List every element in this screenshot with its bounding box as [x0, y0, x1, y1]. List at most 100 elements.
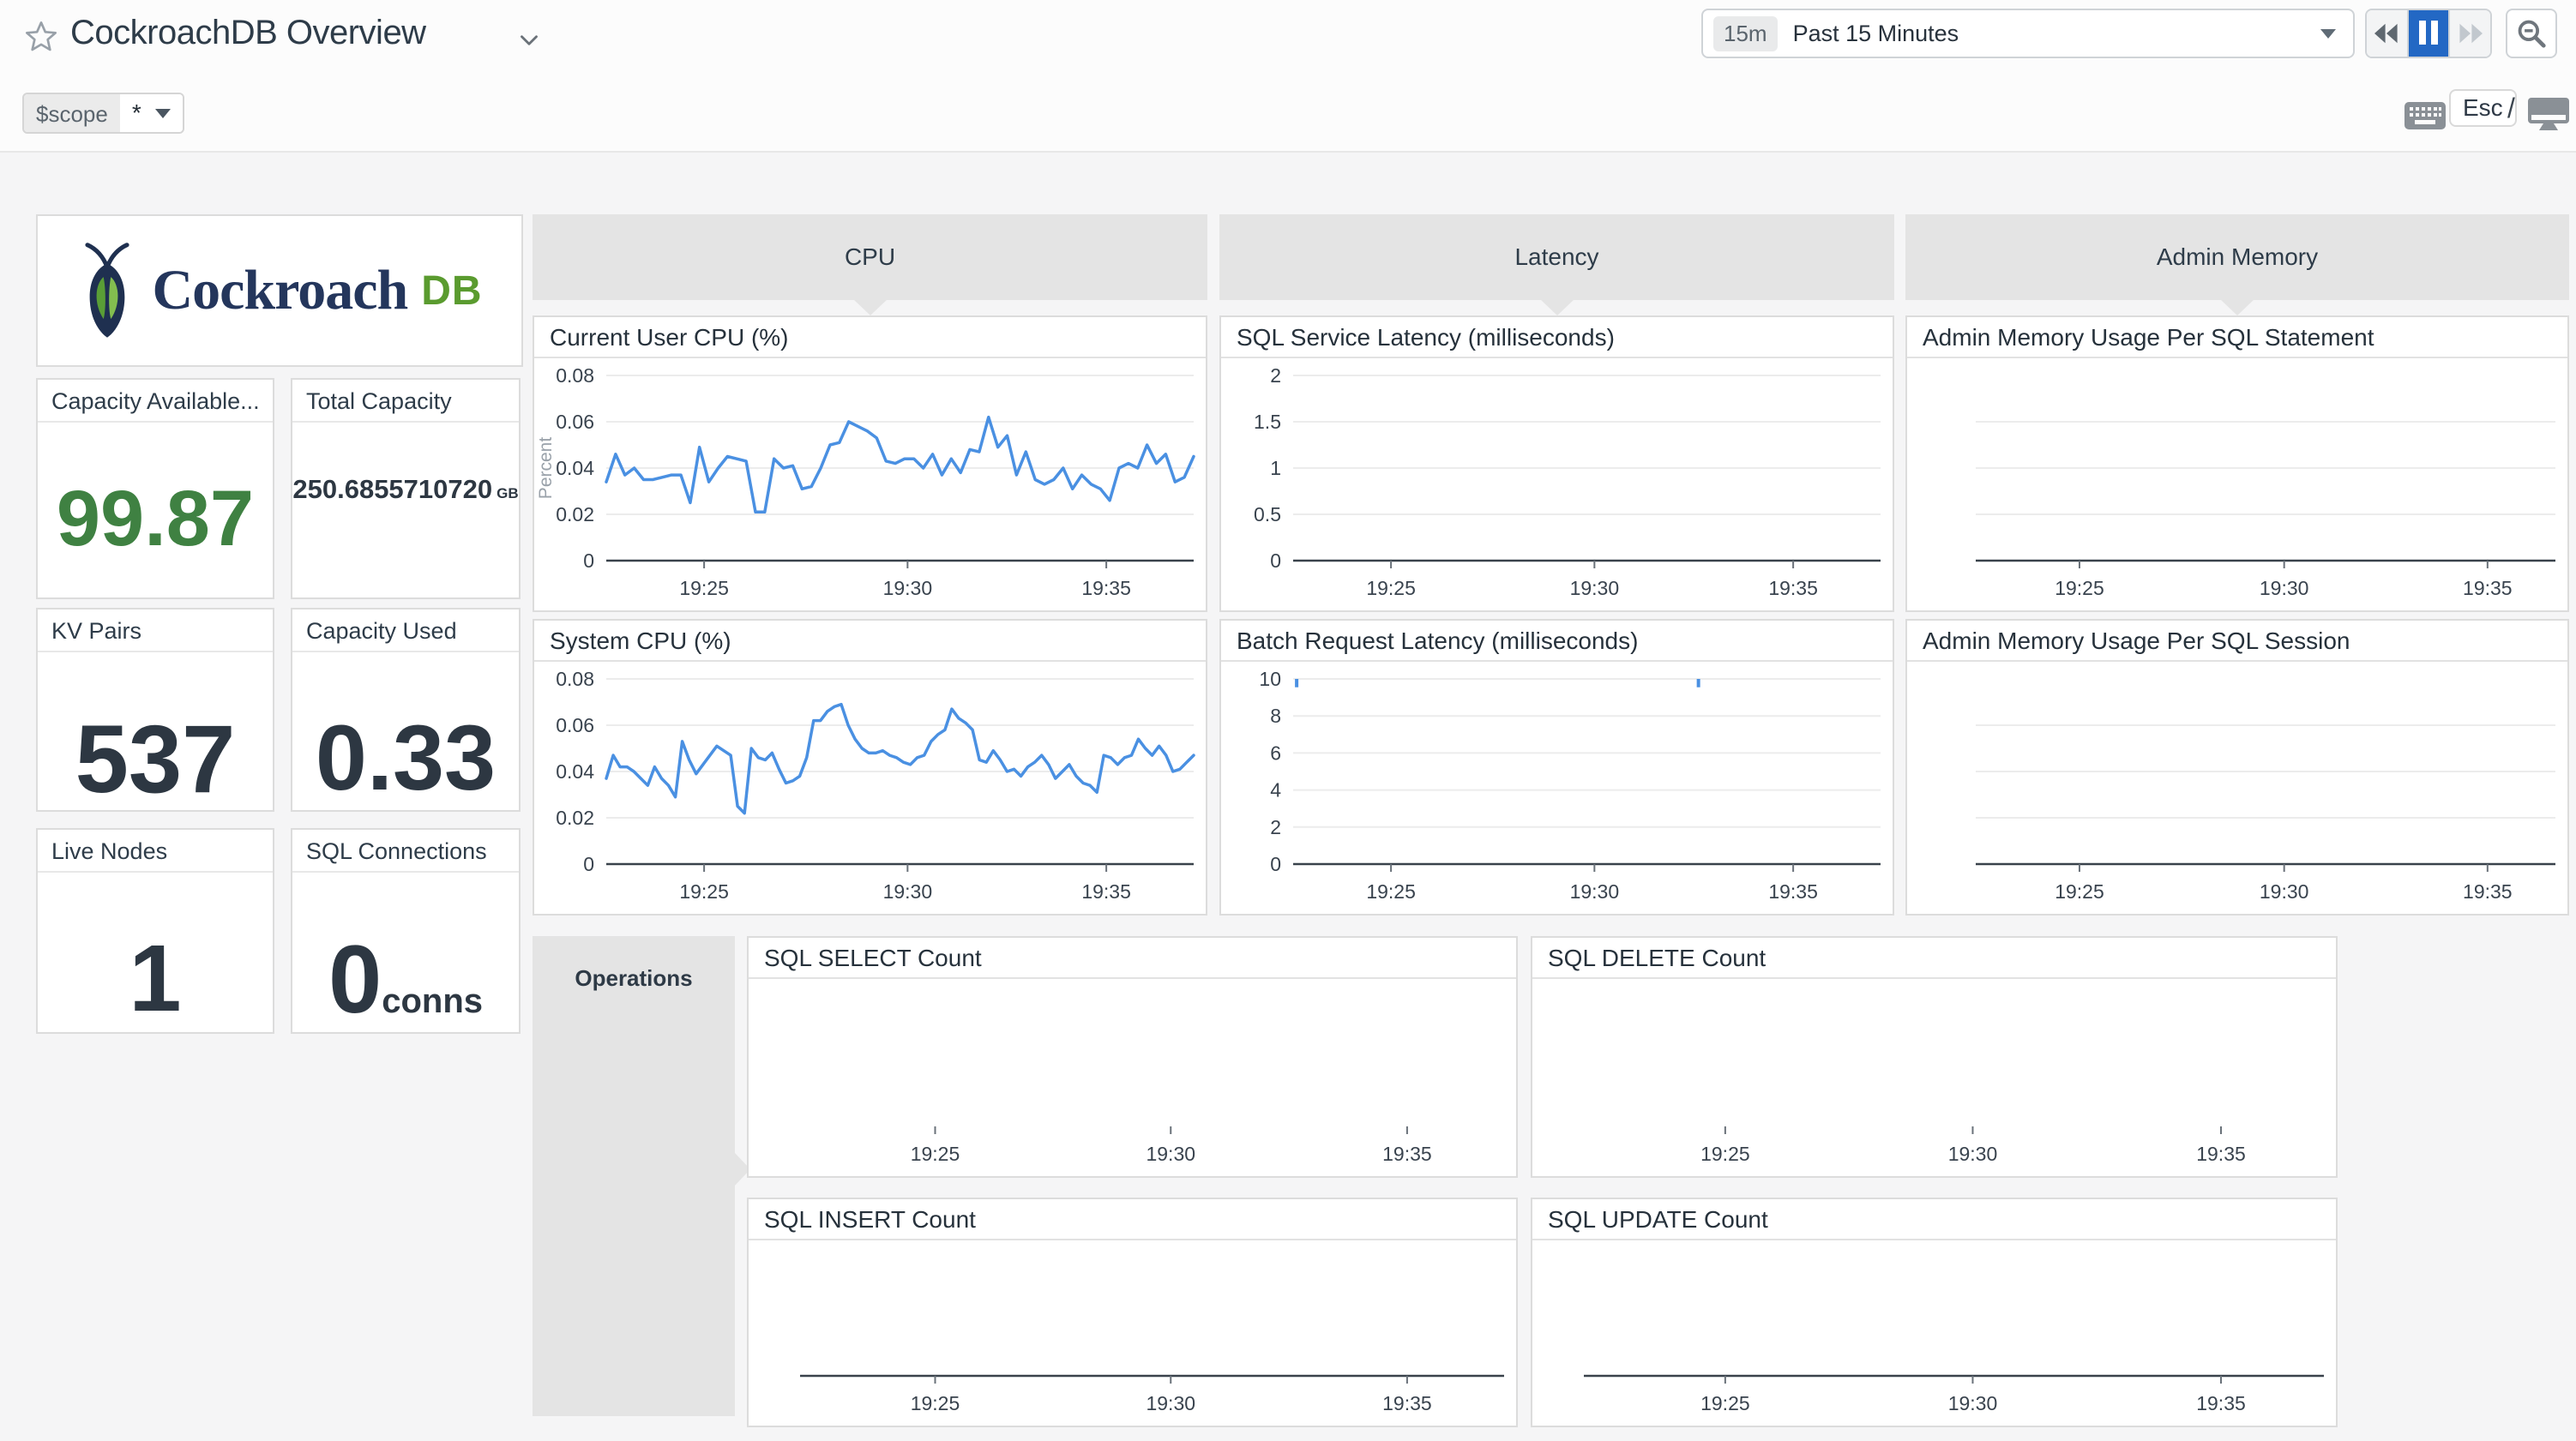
svg-text:10: 10 [1259, 668, 1281, 690]
cockroachdb-logo-card: Cockroach DB [36, 214, 523, 367]
group-notch [853, 299, 888, 315]
chart-admin-memory-session: Admin Memory Usage Per SQL Session 19:25… [1905, 619, 2569, 916]
svg-text:19:25: 19:25 [911, 1143, 960, 1165]
logo-wordmark: Cockroach [152, 258, 407, 323]
chart-plot-area[interactable]: 108642019:2519:3019:35 [1221, 663, 1893, 914]
time-range-badge: 15m [1713, 16, 1778, 51]
svg-text:Percent: Percent [536, 437, 556, 500]
svg-text:0: 0 [1270, 853, 1281, 875]
stat-unit: GB [497, 485, 519, 502]
chevron-down-icon [2320, 29, 2336, 39]
stat-label: Capacity Available... [38, 380, 273, 423]
chart-title: Admin Memory Usage Per SQL Session [1907, 621, 2567, 662]
svg-text:19:25: 19:25 [2055, 880, 2104, 903]
svg-text:19:35: 19:35 [1382, 1392, 1432, 1414]
stat-value: 0conns [292, 873, 519, 1032]
step-backward-button[interactable] [2367, 10, 2407, 57]
chart-plot-area[interactable]: 19:25 19:30 19:35 [749, 981, 1516, 1176]
favorite-star-icon[interactable] [22, 19, 60, 57]
chart-plot-area[interactable]: 19:2519:3019:35 [1907, 663, 2567, 914]
svg-text:19:25: 19:25 [2055, 577, 2104, 599]
svg-text:19:30: 19:30 [1570, 577, 1620, 599]
stat-label: Total Capacity [292, 380, 519, 423]
group-title: Admin Memory [2157, 243, 2318, 271]
svg-text:19:25: 19:25 [911, 1392, 960, 1414]
chart-plot-area[interactable]: 19:2519:3019:35 [749, 1242, 1516, 1426]
stat-value: 250.6855710720GB [292, 423, 519, 597]
esc-key-hint: Esc [2449, 89, 2517, 127]
magnifier-minus-icon [2515, 17, 2548, 50]
svg-text:1: 1 [1270, 457, 1281, 479]
svg-text:19:30: 19:30 [883, 880, 933, 903]
svg-text:19:30: 19:30 [1948, 1392, 1998, 1414]
chevron-down-icon[interactable] [515, 26, 544, 59]
stat-value: 1 [38, 873, 273, 1032]
chart-plot-area[interactable]: 0.080.060.040.02019:2519:3019:35Percent [534, 360, 1206, 610]
scope-value-dropdown: * [120, 94, 183, 132]
svg-text:0.04: 0.04 [556, 457, 594, 479]
stat-live-nodes: Live Nodes 1 [36, 828, 274, 1034]
tv-mode-icon[interactable] [2526, 96, 2571, 138]
svg-text:19:35: 19:35 [1382, 1143, 1432, 1165]
chart-title: SQL DELETE Count [1532, 938, 2336, 979]
step-forward-button[interactable] [2448, 10, 2490, 57]
svg-text:19:25: 19:25 [1700, 1143, 1750, 1165]
group-title: CPU [845, 243, 895, 271]
stat-label: Live Nodes [38, 830, 273, 873]
chart-current-user-cpu: Current User CPU (%) 0.080.060.040.02019… [533, 315, 1207, 612]
chart-sql-select-count: SQL SELECT Count 19:2519:3019:35 [747, 936, 1518, 1178]
svg-text:19:30: 19:30 [2260, 880, 2309, 903]
top-bar: CockroachDB Overview 15m Past 15 Minutes… [0, 0, 2576, 153]
chart-plot-area[interactable]: 19:2519:3019:35 [1532, 1242, 2336, 1426]
zoom-out-button[interactable] [2506, 9, 2557, 58]
svg-text:0.06: 0.06 [556, 714, 594, 736]
scope-selected-value: * [132, 99, 141, 127]
svg-text:0.04: 0.04 [556, 760, 594, 783]
group-header-cpu[interactable]: CPU [533, 214, 1207, 300]
svg-text:1.5: 1.5 [1254, 411, 1281, 433]
svg-text:19:30: 19:30 [1948, 1143, 1998, 1165]
stat-total-capacity: Total Capacity 250.6855710720GB [291, 378, 521, 599]
chart-system-cpu: System CPU (%) 0.080.060.040.02019:2519:… [533, 619, 1207, 916]
chart-sql-delete-count: SQL DELETE Count 19:2519:3019:35 [1531, 936, 2338, 1178]
svg-text:19:35: 19:35 [1081, 880, 1131, 903]
group-notch [2220, 299, 2254, 315]
chart-title: SQL INSERT Count [749, 1199, 1516, 1240]
svg-text:0: 0 [1270, 549, 1281, 572]
chart-plot-area[interactable]: 19:2519:3019:35 [1532, 981, 2336, 1176]
svg-text:19:30: 19:30 [1570, 880, 1620, 903]
page-title: CockroachDB Overview [70, 14, 426, 52]
group-header-admin-memory[interactable]: Admin Memory [1905, 214, 2569, 300]
template-variable-scope[interactable]: $scope * [22, 93, 184, 134]
time-range-selector[interactable]: 15m Past 15 Minutes [1701, 9, 2355, 58]
pause-button[interactable] [2407, 10, 2449, 57]
stat-label: KV Pairs [38, 609, 273, 652]
chart-sql-insert-count: SQL INSERT Count 19:2519:3019:35 [747, 1198, 1518, 1427]
svg-text:19:25: 19:25 [1700, 1392, 1750, 1414]
chart-title: System CPU (%) [534, 621, 1206, 662]
group-header-latency[interactable]: Latency [1219, 214, 1894, 300]
group-title: Latency [1514, 243, 1598, 271]
svg-text:2: 2 [1270, 816, 1281, 838]
cockroach-bug-icon [76, 240, 138, 341]
svg-text:0.08: 0.08 [556, 364, 594, 387]
svg-text:19:35: 19:35 [1768, 880, 1818, 903]
group-header-operations[interactable]: Operations [533, 936, 735, 1416]
chart-plot-area[interactable]: 19:2519:3019:35 [1907, 360, 2567, 610]
chart-plot-area[interactable]: 21.510.5019:2519:3019:35 [1221, 360, 1893, 610]
svg-text:19:35: 19:35 [1768, 577, 1818, 599]
chart-plot-area[interactable]: 0.080.060.040.02019:2519:3019:35 [534, 663, 1206, 914]
svg-text:0.08: 0.08 [556, 668, 594, 690]
chart-title: Admin Memory Usage Per SQL Statement [1907, 317, 2567, 358]
playback-controls [2365, 9, 2492, 58]
svg-text:19:25: 19:25 [679, 577, 729, 599]
keyboard-shortcuts-icon[interactable] [2403, 99, 2447, 136]
chart-title: SQL UPDATE Count [1532, 1199, 2336, 1240]
group-notch [1540, 299, 1574, 315]
svg-text:8: 8 [1270, 705, 1281, 727]
stat-label: Capacity Used [292, 609, 519, 652]
chart-batch-request-latency: Batch Request Latency (milliseconds) 108… [1219, 619, 1894, 916]
svg-text:19:30: 19:30 [1146, 1143, 1195, 1165]
svg-text:19:25: 19:25 [1366, 577, 1416, 599]
chart-sql-service-latency: SQL Service Latency (milliseconds) 21.51… [1219, 315, 1894, 612]
